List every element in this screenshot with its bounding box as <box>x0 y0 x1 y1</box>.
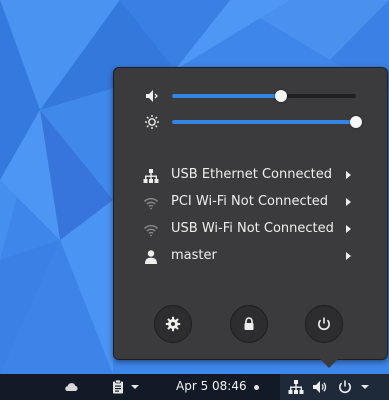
power-off-button[interactable] <box>305 305 343 343</box>
cloud-icon[interactable] <box>63 379 79 395</box>
menu-item-label: USB Wi-Fi Not Connected <box>171 221 334 236</box>
submenu-arrow-icon <box>346 171 351 179</box>
brightness-slider[interactable] <box>172 116 362 128</box>
settings-button[interactable] <box>154 305 192 343</box>
volume-slider-fill <box>172 94 281 98</box>
clipboard-icon[interactable] <box>110 379 126 395</box>
power-icon[interactable] <box>337 379 353 395</box>
chevron-down-icon[interactable] <box>131 385 139 389</box>
menu-item-pci-wifi[interactable]: PCI Wi-Fi Not Connected <box>114 190 387 216</box>
system-menu: USB Ethernet Connected PCI Wi-Fi Not Con… <box>113 67 388 360</box>
menu-pointer <box>318 357 340 368</box>
network-wired-icon[interactable] <box>288 379 304 395</box>
brightness-slider-fill <box>172 120 356 124</box>
brightness-slider-handle[interactable] <box>350 116 362 128</box>
wifi-icon <box>143 222 159 238</box>
chevron-down-icon[interactable] <box>361 385 369 389</box>
volume-slider-row <box>114 86 387 106</box>
menu-item-label: PCI Wi-Fi Not Connected <box>171 194 328 209</box>
submenu-arrow-icon <box>346 225 351 233</box>
ethernet-icon <box>143 168 159 184</box>
wifi-icon <box>143 195 159 211</box>
menu-item-usb-ethernet[interactable]: USB Ethernet Connected <box>114 163 387 189</box>
volume-icon[interactable] <box>311 379 327 395</box>
settings-icon <box>165 316 181 332</box>
lock-button[interactable] <box>230 305 268 343</box>
submenu-arrow-icon <box>346 252 351 260</box>
menu-item-user[interactable]: master <box>114 244 387 270</box>
brightness-slider-row <box>114 112 387 132</box>
submenu-arrow-icon <box>346 198 351 206</box>
power-icon <box>318 317 330 331</box>
menu-item-label: USB Ethernet Connected <box>171 167 332 182</box>
brightness-icon <box>144 114 160 130</box>
volume-slider[interactable] <box>172 90 356 102</box>
top-bar: Apr 5 08:46 <box>0 374 389 400</box>
lock-icon <box>244 317 254 330</box>
menu-item-usb-wifi[interactable]: USB Wi-Fi Not Connected <box>114 217 387 243</box>
notification-dot <box>254 385 259 390</box>
volume-icon <box>144 88 160 104</box>
volume-slider-handle[interactable] <box>274 90 287 102</box>
user-icon <box>143 249 159 265</box>
menu-item-label: master <box>171 248 217 263</box>
clock[interactable]: Apr 5 08:46 <box>176 379 247 393</box>
